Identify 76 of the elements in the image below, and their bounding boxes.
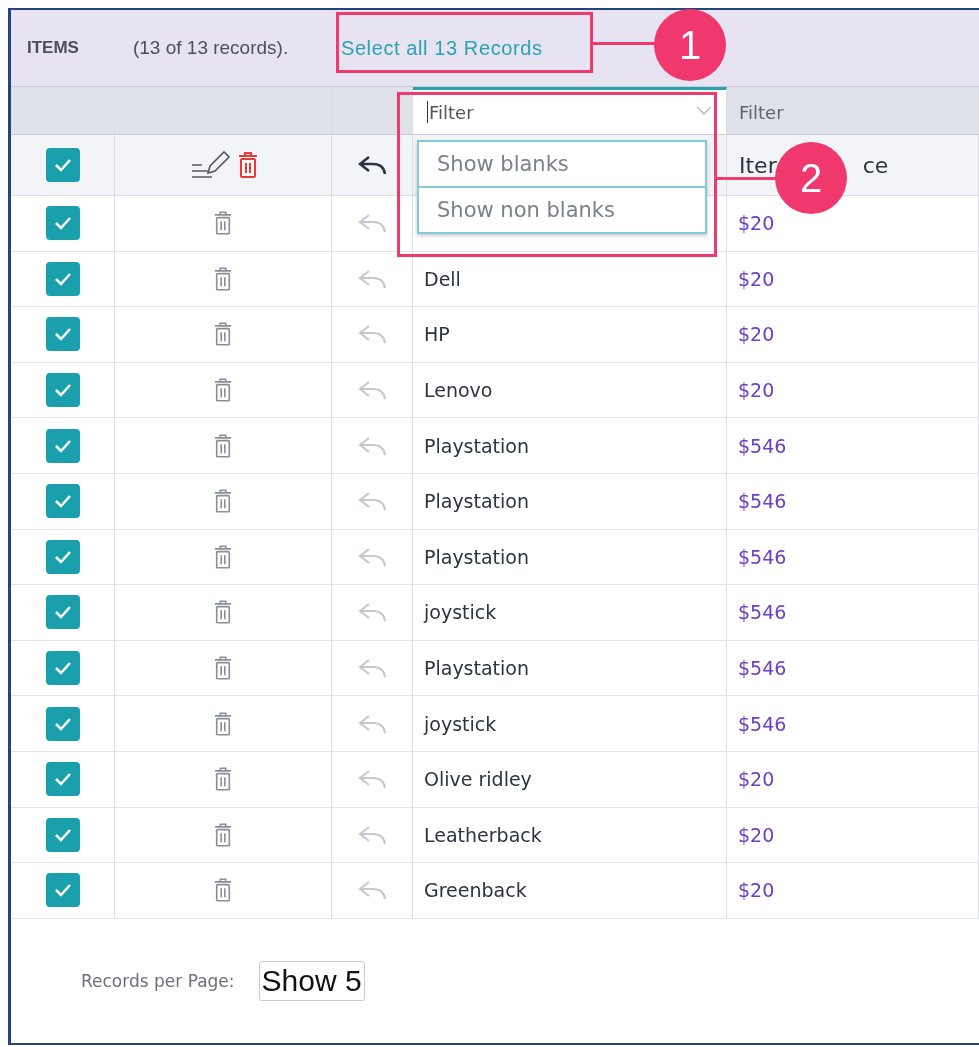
item-price: $20 bbox=[738, 879, 775, 902]
item-name: Leatherback bbox=[424, 823, 542, 846]
trash-icon[interactable] bbox=[214, 877, 232, 904]
check-icon bbox=[52, 660, 73, 677]
check-icon bbox=[52, 157, 73, 173]
item-name: Olive ridley bbox=[424, 768, 532, 791]
trash-icon[interactable] bbox=[214, 432, 232, 459]
item-price: $20 bbox=[738, 768, 775, 791]
column-header: Iter bbox=[739, 152, 777, 178]
item-name: Greenback bbox=[424, 879, 527, 902]
check-icon bbox=[52, 882, 73, 899]
filter-field[interactable]: Filter bbox=[727, 87, 979, 134]
row-checkbox[interactable] bbox=[45, 706, 80, 741]
check-icon bbox=[52, 326, 73, 343]
item-name: Playstation bbox=[424, 545, 529, 568]
trash-icon[interactable] bbox=[214, 321, 232, 348]
check-icon bbox=[52, 493, 73, 510]
column-header: ce bbox=[862, 152, 889, 178]
check-icon bbox=[52, 604, 73, 621]
section-title: ITEMS bbox=[27, 38, 79, 58]
item-name: Playstation bbox=[424, 490, 529, 513]
trash-icon[interactable] bbox=[214, 488, 232, 515]
row-checkbox[interactable] bbox=[45, 873, 80, 908]
item-name: Dell bbox=[424, 267, 461, 290]
row-checkbox[interactable] bbox=[45, 595, 80, 630]
row-checkbox[interactable] bbox=[45, 539, 80, 574]
item-name: joystick bbox=[424, 601, 497, 624]
row-checkbox[interactable] bbox=[45, 651, 80, 686]
item-name: Lenovo bbox=[424, 379, 493, 402]
leader-line bbox=[593, 42, 657, 45]
page-size-select[interactable]: Show 5 bbox=[258, 960, 365, 1001]
item-name: HP bbox=[424, 323, 450, 346]
trash-icon[interactable] bbox=[238, 151, 258, 179]
select-all-checkbox[interactable] bbox=[45, 148, 80, 182]
record-count: (13 of 13 records). bbox=[132, 37, 290, 59]
item-name: joystick bbox=[424, 712, 497, 735]
trash-icon[interactable] bbox=[214, 377, 232, 404]
dropdown-option[interactable]: Show blanks bbox=[417, 140, 707, 188]
row-checkbox[interactable] bbox=[45, 817, 80, 852]
item-price: $20 bbox=[738, 323, 775, 346]
trash-icon[interactable] bbox=[214, 655, 232, 682]
filter-field[interactable]: Filter bbox=[413, 87, 727, 134]
item-price: $546 bbox=[738, 490, 787, 513]
row-checkbox[interactable] bbox=[45, 206, 80, 241]
trash-icon[interactable] bbox=[214, 210, 232, 237]
trash-icon[interactable] bbox=[214, 265, 232, 292]
row-checkbox[interactable] bbox=[45, 484, 80, 519]
reply-icon[interactable] bbox=[357, 154, 387, 176]
row-checkbox[interactable] bbox=[45, 317, 80, 352]
item-price: $20 bbox=[738, 267, 775, 290]
trash-icon[interactable] bbox=[214, 543, 232, 570]
item-price: $20 bbox=[738, 379, 775, 402]
chevron-down-icon[interactable] bbox=[696, 106, 712, 116]
item-price: $546 bbox=[738, 601, 787, 624]
item-name: Playstation bbox=[424, 434, 529, 457]
item-price: $546 bbox=[738, 657, 787, 680]
check-icon bbox=[52, 382, 73, 399]
row-checkbox[interactable] bbox=[45, 428, 80, 463]
item-price: $20 bbox=[738, 823, 775, 846]
item-price: $546 bbox=[738, 712, 787, 735]
dropdown-option[interactable]: Show non blanks bbox=[417, 188, 707, 234]
trash-icon[interactable] bbox=[214, 766, 232, 793]
records-per-page-label: Records per Page: bbox=[81, 970, 235, 991]
trash-icon[interactable] bbox=[214, 599, 232, 626]
row-checkbox[interactable] bbox=[45, 762, 80, 797]
item-price: $20 bbox=[738, 212, 775, 235]
trash-icon[interactable] bbox=[214, 821, 232, 848]
check-icon bbox=[52, 215, 73, 232]
row-checkbox[interactable] bbox=[45, 373, 80, 408]
trash-icon[interactable] bbox=[214, 710, 232, 737]
select-all-link[interactable]: Select all 13 Records bbox=[340, 36, 543, 60]
check-icon bbox=[52, 771, 73, 788]
row-checkbox[interactable] bbox=[45, 261, 80, 296]
item-price: $546 bbox=[738, 434, 787, 457]
item-price: $546 bbox=[738, 545, 787, 568]
item-name: Playstation bbox=[424, 657, 529, 680]
